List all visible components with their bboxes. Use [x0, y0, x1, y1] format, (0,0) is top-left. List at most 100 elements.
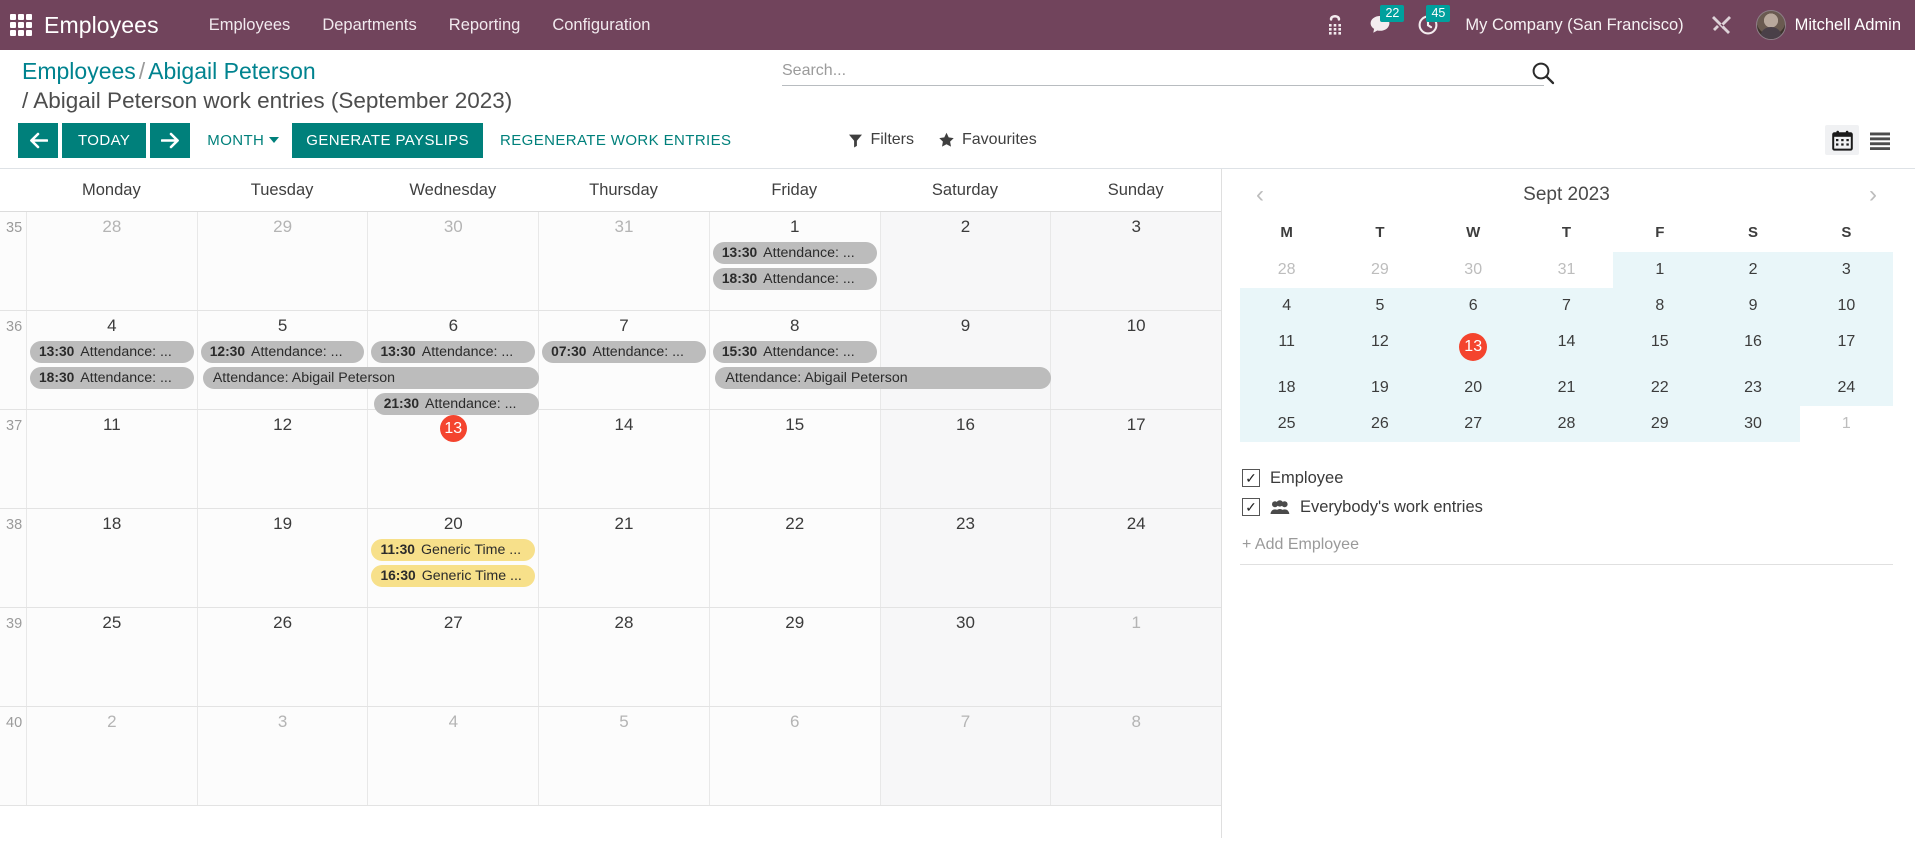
calendar-day-cell[interactable]: 5	[538, 706, 709, 805]
scale-selector-month[interactable]: MONTH	[194, 123, 292, 158]
menu-item-departments[interactable]: Departments	[306, 10, 432, 41]
calendar-day-cell[interactable]: 6	[708, 706, 880, 805]
mini-calendar-day[interactable]: 17	[1799, 323, 1893, 370]
calendar-day-cell[interactable]: 8	[1050, 706, 1221, 805]
search-input[interactable]	[782, 62, 1544, 80]
breadcrumb-root[interactable]: Employees	[22, 58, 136, 84]
calendar-day-cell[interactable]: 10	[1050, 310, 1221, 409]
calendar-day-cell[interactable]: 30	[879, 607, 1051, 706]
mini-calendar-day[interactable]: 28	[1240, 252, 1333, 288]
mini-calendar-day[interactable]: 2	[1706, 251, 1800, 288]
calendar-event[interactable]: 13:30 Attendance: ...	[30, 340, 194, 363]
mini-calendar-day[interactable]: 29	[1333, 252, 1426, 288]
mini-calendar-day[interactable]: 28	[1519, 405, 1614, 442]
calendar-event[interactable]: 12:30 Attendance: ...	[200, 340, 365, 363]
calendar-day-cell[interactable]: 27	[367, 607, 539, 706]
mini-calendar-day[interactable]: 5	[1333, 287, 1427, 324]
calendar-day-cell[interactable]: 12	[196, 409, 368, 508]
regenerate-work-entries-button[interactable]: REGENERATE WORK ENTRIES	[487, 123, 744, 158]
calendar-day-cell[interactable]: 23	[879, 508, 1051, 607]
calendar-event[interactable]: 21:30 Attendance: ...	[373, 392, 539, 415]
mini-calendar-day[interactable]: 27	[1426, 405, 1520, 442]
mini-calendar-day[interactable]: 12	[1333, 323, 1427, 370]
calendar-day-cell[interactable]: 28	[26, 211, 197, 310]
calendar-event[interactable]: 11:30 Generic Time ...	[371, 538, 536, 561]
generate-payslips-button[interactable]: GENERATE PAYSLIPS	[292, 122, 483, 158]
calendar-day-cell[interactable]: 8 15:30 Attendance: ...	[708, 310, 880, 409]
calendar-day-cell[interactable]: 1 13:30 Attendance: ... 18:30 Attendance: ..…	[708, 211, 880, 310]
mini-calendar-day[interactable]: 20	[1426, 369, 1520, 406]
calendar-day-cell[interactable]: 22	[708, 508, 880, 607]
calendar-day-cell[interactable]: 14	[538, 409, 709, 508]
add-employee-input[interactable]: + Add Employee	[1240, 528, 1893, 565]
mini-prev-month-icon[interactable]: ‹	[1250, 182, 1270, 207]
mini-calendar-day[interactable]: 1	[1613, 251, 1707, 288]
favourites-dropdown[interactable]: Favourites	[938, 131, 1037, 149]
company-switcher[interactable]: My Company (San Francisco)	[1451, 16, 1697, 35]
mini-calendar-day[interactable]: 30	[1427, 252, 1520, 288]
mini-next-month-icon[interactable]: ›	[1863, 182, 1883, 207]
calendar-event[interactable]: 13:30 Attendance: ...	[712, 241, 877, 264]
employee-section-checkbox[interactable]: ✓	[1242, 469, 1260, 488]
activities-button[interactable]: 45	[1405, 5, 1451, 36]
filter-row-everybody[interactable]: ✓ Everybody's work entries	[1240, 493, 1893, 522]
calendar-day-cell[interactable]: 13	[367, 409, 539, 508]
mini-calendar-day[interactable]: 25	[1240, 405, 1334, 442]
calendar-day-cell[interactable]: 29	[708, 607, 880, 706]
calendar-event-multiday[interactable]: Attendance: Abigail Peterson	[715, 366, 1052, 389]
calendar-view-button[interactable]	[1825, 125, 1859, 156]
mini-calendar-day[interactable]: 14	[1519, 323, 1614, 370]
calendar-day-cell[interactable]: 21	[538, 508, 709, 607]
calendar-day-cell[interactable]: 26	[196, 607, 368, 706]
calendar-day-cell[interactable]: 16	[879, 409, 1051, 508]
mini-calendar-day[interactable]: 26	[1333, 405, 1427, 442]
mini-calendar-day[interactable]: 1	[1800, 406, 1893, 442]
calendar-day-cell[interactable]: 25	[26, 607, 197, 706]
calendar-event[interactable]: 18:30 Attendance: ...	[30, 366, 194, 389]
mini-calendar-day[interactable]: 10	[1799, 287, 1893, 324]
calendar-day-cell[interactable]: 24	[1050, 508, 1221, 607]
menu-item-configuration[interactable]: Configuration	[536, 10, 666, 41]
mini-calendar-day[interactable]: 6	[1426, 287, 1520, 324]
calendar-day-cell[interactable]: 2	[879, 211, 1051, 310]
next-period-button[interactable]	[150, 122, 191, 158]
calendar-event[interactable]: 13:30 Attendance: ...	[371, 340, 536, 363]
menu-item-employees[interactable]: Employees	[193, 10, 307, 41]
mini-calendar-day[interactable]: 13	[1426, 323, 1520, 370]
calendar-day-cell[interactable]: 30	[367, 211, 539, 310]
calendar-day-cell[interactable]: 5 12:30 Attendance: ...	[196, 310, 368, 409]
calendar-day-cell[interactable]: 4 13:30 Attendance: ... 18:30 Attendance: ..…	[26, 310, 197, 409]
mini-calendar-day[interactable]: 11	[1240, 323, 1334, 370]
calendar-event-multiday[interactable]: Attendance: Abigail Peterson	[202, 366, 539, 389]
search-icon[interactable]	[1530, 60, 1556, 91]
mini-calendar-day[interactable]: 24	[1799, 369, 1893, 406]
calendar-day-cell[interactable]: 31	[538, 211, 709, 310]
calendar-day-cell[interactable]: 29	[196, 211, 368, 310]
mini-calendar-day[interactable]: 9	[1706, 287, 1800, 324]
calendar-day-cell[interactable]: 4	[367, 706, 539, 805]
mini-calendar-day[interactable]: 31	[1520, 252, 1613, 288]
calendar-day-cell[interactable]: 9	[879, 310, 1051, 409]
calendar-day-cell[interactable]: 2	[26, 706, 197, 805]
mini-calendar-day[interactable]: 3	[1799, 251, 1893, 288]
calendar-day-cell[interactable]: 20 11:30 Generic Time ... 16:30 Generic Time…	[367, 508, 539, 607]
calendar-day-cell[interactable]: 17	[1050, 409, 1221, 508]
mini-calendar-day[interactable]: 21	[1519, 369, 1614, 406]
wrench-screwdriver-icon[interactable]	[1698, 13, 1746, 37]
calendar-day-cell[interactable]: 18	[26, 508, 197, 607]
mini-calendar-day[interactable]: 18	[1240, 369, 1334, 406]
calendar-day-cell[interactable]: 7 07:30 Attendance: ...	[538, 310, 709, 409]
menu-item-reporting[interactable]: Reporting	[433, 10, 537, 41]
breadcrumb-record[interactable]: Abigail Peterson	[148, 58, 316, 84]
mini-calendar-day[interactable]: 30	[1706, 405, 1800, 442]
mini-calendar-day[interactable]: 22	[1613, 369, 1707, 406]
mini-calendar-day[interactable]: 19	[1333, 369, 1427, 406]
mini-calendar-day[interactable]: 29	[1613, 405, 1707, 442]
calendar-event[interactable]: 18:30 Attendance: ...	[712, 267, 877, 290]
calendar-day-cell[interactable]: 15	[708, 409, 880, 508]
mini-calendar-day[interactable]: 16	[1706, 323, 1800, 370]
user-menu[interactable]: Mitchell Admin	[1746, 10, 1901, 40]
calendar-event[interactable]: 15:30 Attendance: ...	[712, 340, 877, 363]
app-brand-employees[interactable]: Employees	[44, 12, 159, 39]
calendar-day-cell[interactable]: 3	[1050, 211, 1221, 310]
